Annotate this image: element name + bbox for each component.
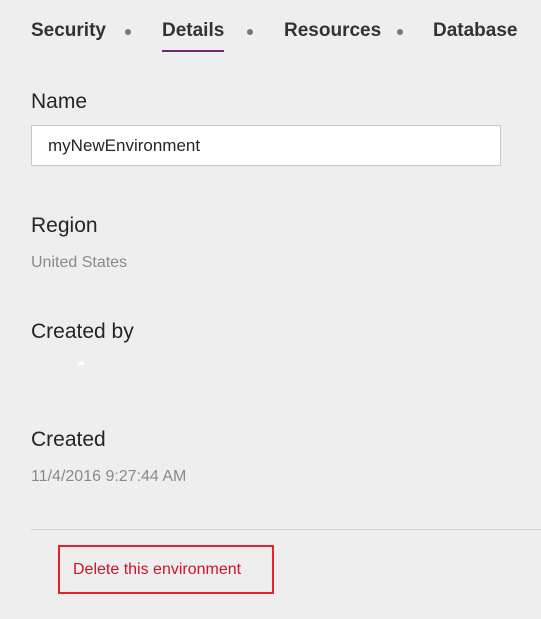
- tab-details-label: Details: [162, 20, 225, 41]
- region-value: United States: [31, 254, 128, 271]
- created-label: Created: [31, 428, 106, 451]
- created-by-label: Created by: [31, 320, 134, 343]
- tab-database-label: Database: [433, 20, 518, 41]
- tab-bar: Security Details Resources Database: [0, 0, 541, 56]
- active-tab-indicator: [162, 50, 225, 52]
- tab-resources[interactable]: Resources: [284, 18, 381, 44]
- tab-security-label: Security: [31, 20, 106, 41]
- tab-separator-dot: [247, 29, 253, 35]
- tab-details[interactable]: Details: [162, 18, 225, 52]
- environment-name-input[interactable]: [31, 125, 501, 166]
- tab-database[interactable]: Database: [433, 18, 518, 44]
- tab-resources-label: Resources: [284, 20, 382, 41]
- delete-environment-button[interactable]: Delete this environment: [58, 545, 274, 594]
- region-label: Region: [31, 214, 98, 237]
- created-value: 11/4/2016 9:27:44 AM: [31, 468, 187, 485]
- tab-separator-dot: [397, 29, 403, 35]
- environment-details-page: Security Details Resources Database Name…: [0, 0, 541, 619]
- created-by-value: [78, 362, 84, 365]
- tab-security[interactable]: Security: [31, 18, 106, 44]
- name-label: Name: [31, 90, 88, 113]
- tab-separator-dot: [125, 29, 131, 35]
- section-divider: [31, 529, 541, 530]
